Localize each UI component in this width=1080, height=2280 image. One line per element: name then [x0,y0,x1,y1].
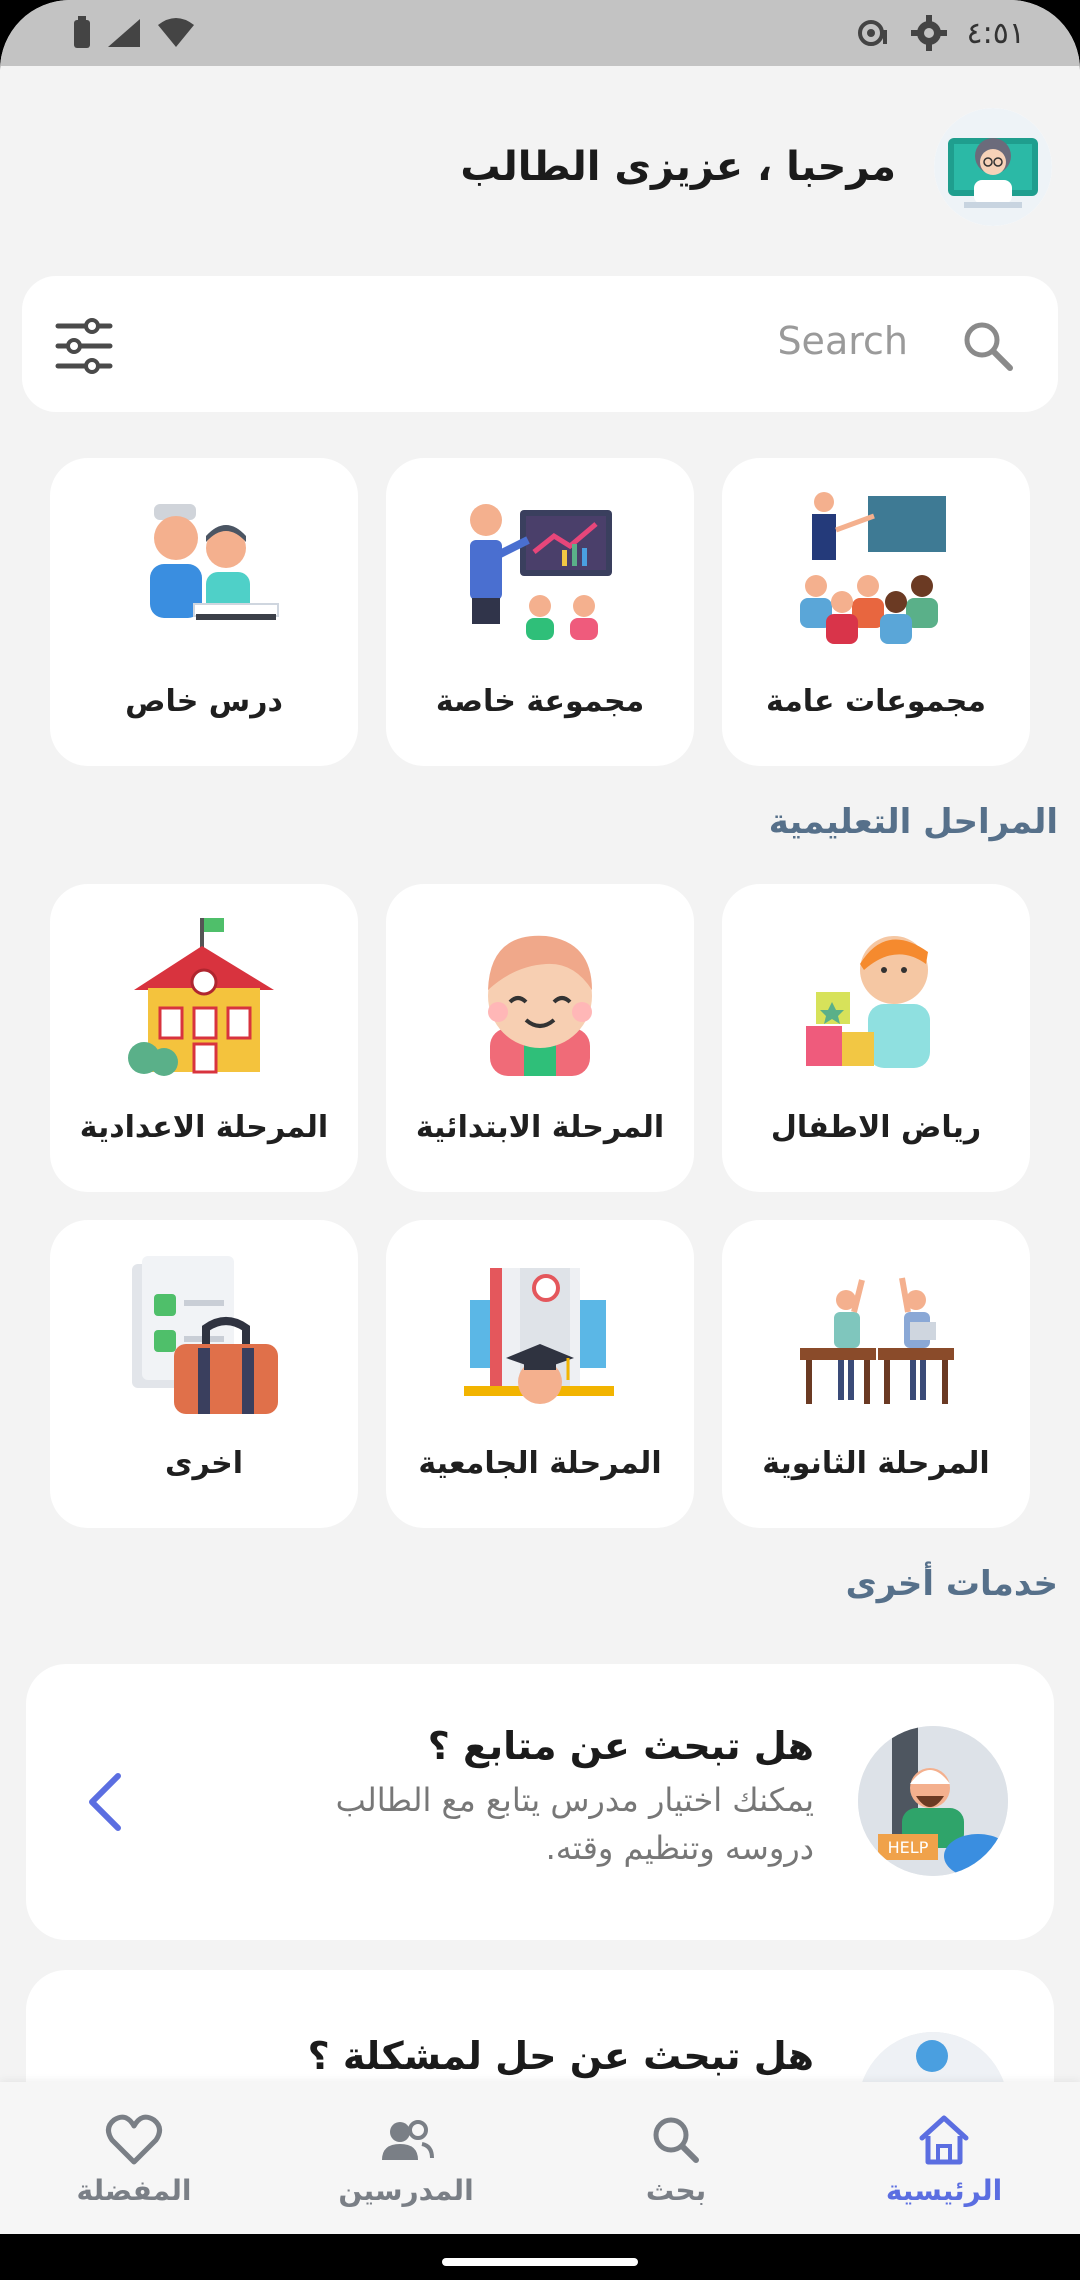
teachers-icon [382,2120,434,2160]
status-time: ٤:٥١ [966,15,1025,51]
nav-label: المفضلة [76,2174,192,2207]
home-icon [919,2115,969,2165]
stage-label: المرحلة الاعدادية [79,1110,329,1145]
search-bar [22,276,1058,412]
stage-label: المرحلة الثانوية [762,1446,990,1481]
stage-label: اخرى [164,1446,244,1481]
wifi-icon [158,18,194,47]
service-title: هل تبحث عن حل لمشكلة ؟ [307,2034,814,2078]
other-bag-icon [132,1256,278,1414]
stage-card-primary[interactable]: المرحلة الابتدائية [386,884,694,1192]
nav-label: المدرسين [338,2174,474,2207]
service-image: HELP [858,1726,1008,1876]
category-label: مجموعات عامة [766,684,986,719]
nav-teachers[interactable]: المدرسين [296,2112,516,2207]
header: مرحبا ، عزيزى الطالب [460,104,1052,230]
cast-icon [857,20,887,46]
heart-icon [106,2114,162,2165]
status-bar: ٤:٥١ [0,0,1080,66]
category-card-private-lesson[interactable]: درس خاص [50,458,358,766]
stages-section-title: المراحل التعليمية [768,802,1058,842]
service-title: هل تبحث عن متابع ؟ [427,1724,814,1768]
signal-icon [108,19,140,47]
kindergarten-icon [806,936,930,1068]
nav-label: بحث [645,2174,707,2207]
greeting-text: مرحبا ، عزيزى الطالب [460,144,896,190]
service-description: يمكنك اختيار مدرس يتابع مع الطالب دروسه … [335,1781,814,1867]
search-icon[interactable] [958,316,1018,376]
category-label: مجموعة خاصة [435,684,645,719]
svg-text:HELP: HELP [888,1838,929,1857]
category-label: درس خاص [125,684,283,719]
gesture-area [0,2234,1080,2280]
university-icon [464,1268,614,1404]
nav-home[interactable]: الرئيسية [834,2112,1054,2207]
private-lesson-icon [150,504,279,620]
filter-sliders-icon[interactable] [52,314,116,378]
stage-label: المرحلة الجامعية [418,1446,662,1481]
category-card-private-group[interactable]: مجموعة خاصة [386,458,694,766]
secondary-students-icon [800,1277,954,1404]
stage-card-kindergarten[interactable]: رياض الاطفال [722,884,1030,1192]
category-card-public-groups[interactable]: مجموعات عامة [722,458,1030,766]
school-building-icon [128,918,274,1076]
stage-label: رياض الاطفال [770,1110,982,1145]
settings-gear-icon [910,15,947,51]
avatar[interactable] [934,108,1052,226]
nav-favorites[interactable]: المفضلة [24,2112,244,2207]
private-group-icon [470,504,612,640]
home-gesture-bar[interactable] [442,2258,638,2266]
help-person-icon: HELP [858,1726,1008,1876]
stage-card-preparatory[interactable]: المرحلة الاعدادية [50,884,358,1192]
nav-label: الرئيسية [885,2174,1003,2207]
classroom-group-icon [800,492,946,644]
search-icon [653,2117,699,2163]
battery-icon [74,16,90,48]
teacher-avatar-icon [934,108,1052,226]
bottom-navigation: الرئيسية بحث المدرسين المفضلة [0,2082,1080,2234]
services-section-title: خدمات أخرى [845,1564,1058,1604]
app-screen: ٤:٥١ مرحبا ، عزيزى الطالب Search مجموعات… [0,0,1080,2280]
stage-card-university[interactable]: المرحلة الجامعية [386,1220,694,1528]
chevron-left-icon[interactable] [80,1770,130,1834]
search-input[interactable] [308,310,908,372]
stage-card-secondary[interactable]: المرحلة الثانوية [722,1220,1030,1528]
primary-stage-icon [488,935,592,1076]
service-card-tutor-follow[interactable]: HELP هل تبحث عن متابع ؟ يمكنك اختيار مدر… [26,1664,1054,1940]
nav-search[interactable]: بحث [566,2112,786,2207]
stage-label: المرحلة الابتدائية [415,1110,665,1145]
stage-card-other[interactable]: اخرى [50,1220,358,1528]
